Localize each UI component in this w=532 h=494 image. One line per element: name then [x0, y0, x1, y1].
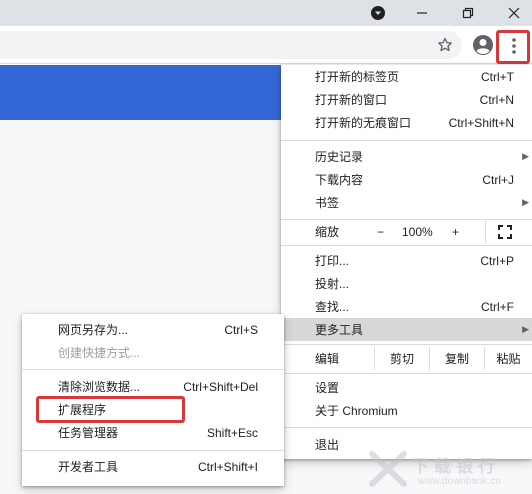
zoom-label: 缩放: [315, 225, 340, 239]
menu-item-create-shortcut: 创建快捷方式...: [22, 341, 284, 364]
zoom-out-button[interactable]: −: [377, 225, 384, 239]
paste-button[interactable]: 粘贴: [485, 347, 532, 370]
menu-button-highlight: [496, 30, 530, 64]
menu-item-label: 更多工具: [315, 323, 364, 337]
menu-item-shortcut: Ctrl+N: [479, 92, 514, 107]
submenu-arrow-icon: ▶: [522, 197, 529, 207]
menu-item-shortcut: Ctrl+Shift+Del: [183, 379, 258, 394]
address-bar[interactable]: [0, 31, 462, 59]
zoom-level: 100%: [402, 224, 433, 239]
menu-separator: [22, 450, 284, 451]
menu-item-label: 网页另存为...: [58, 323, 129, 337]
menu-item-label: 任务管理器: [58, 426, 119, 440]
menu-item-new-tab[interactable]: 打开新的标签页 Ctrl+T: [281, 65, 532, 88]
menu-item-label: 退出: [315, 438, 340, 452]
fullscreen-button[interactable]: [497, 224, 513, 240]
menu-item-cast[interactable]: 投射...: [281, 272, 532, 295]
menu-item-bookmarks[interactable]: 书签 ▶: [281, 191, 532, 214]
menu-item-history[interactable]: 历史记录 ▶: [281, 145, 532, 168]
menu-item-save-page[interactable]: 网页另存为... Ctrl+S: [22, 318, 284, 341]
menu-item-more-tools[interactable]: 更多工具 ▶: [281, 318, 532, 341]
watermark-url: www.downbank.cn: [418, 476, 501, 487]
menu-item-label: 设置: [315, 381, 340, 395]
menu-item-label: 打开新的标签页: [315, 70, 400, 84]
menu-item-dev-tools[interactable]: 开发者工具 Ctrl+Shift+I: [22, 455, 284, 478]
menu-item-shortcut: Ctrl+S: [224, 322, 258, 337]
menu-item-shortcut: Ctrl+P: [480, 253, 514, 268]
menu-item-shortcut: Ctrl+J: [482, 172, 514, 187]
extensions-highlight: [36, 396, 185, 423]
menu-separator: [281, 373, 532, 374]
menu-item-label: 打印...: [315, 254, 350, 268]
minimize-icon: [417, 12, 427, 14]
watermark-logo-icon: [369, 451, 407, 487]
menu-item-find[interactable]: 查找... Ctrl+F: [281, 295, 532, 318]
menu-separator: [281, 140, 532, 141]
chevron-down-circle-icon: [371, 6, 385, 20]
menu-item-label: 查找...: [315, 300, 350, 314]
profile-avatar-button[interactable]: [472, 34, 494, 56]
close-icon: [508, 7, 520, 19]
menu-item-shortcut: Shift+Esc: [206, 425, 258, 440]
menu-item-label: 创建快捷方式...: [58, 346, 141, 360]
menu-item-downloads[interactable]: 下载内容 Ctrl+J: [281, 168, 532, 191]
menu-item-label: 投射...: [315, 277, 350, 291]
menu-item-label: 打开新的无痕窗口: [315, 116, 412, 130]
account-circle-icon: [473, 35, 493, 55]
menu-item-label: 下载内容: [315, 173, 364, 187]
menu-item-label: 打开新的窗口: [315, 93, 388, 107]
menu-separator: [281, 245, 532, 246]
close-window-button[interactable]: [494, 0, 532, 26]
menu-item-new-incognito[interactable]: 打开新的无痕窗口 Ctrl+Shift+N: [281, 111, 532, 134]
submenu-arrow-icon: ▶: [522, 324, 529, 334]
watermark: 下载银行 www.downbank.cn: [368, 448, 532, 492]
edit-label: 编辑: [315, 352, 340, 366]
bookmark-star-button[interactable]: [434, 34, 456, 56]
copy-button[interactable]: 复制: [430, 347, 484, 370]
menu-row-edit: 编辑 剪切 复制 粘贴: [281, 347, 532, 370]
menu-item-new-window[interactable]: 打开新的窗口 Ctrl+N: [281, 88, 532, 111]
watermark-title: 下载银行: [412, 457, 500, 476]
menu-item-clear-data[interactable]: 清除浏览数据... Ctrl+Shift+Del: [22, 375, 284, 398]
menu-row-zoom: 缩放 − 100% +: [281, 220, 532, 243]
menu-item-settings[interactable]: 设置: [281, 376, 532, 399]
menu-item-label: 开发者工具: [58, 460, 119, 474]
menu-item-about[interactable]: 关于 Chromium: [281, 399, 532, 422]
menu-separator: [281, 344, 532, 345]
submenu-arrow-icon: ▶: [522, 151, 529, 161]
menu-item-print[interactable]: 打印... Ctrl+P: [281, 249, 532, 272]
menu-item-label: 关于 Chromium: [315, 404, 398, 418]
menu-item-label: 历史记录: [315, 150, 364, 164]
page-header-banner: [0, 65, 281, 120]
menu-item-shortcut: Ctrl+Shift+I: [197, 459, 258, 474]
restore-icon: [462, 7, 474, 19]
profile-dropdown-button[interactable]: [358, 0, 398, 26]
cut-button[interactable]: 剪切: [375, 347, 429, 370]
menu-item-shortcut: Ctrl+T: [481, 69, 514, 84]
menu-item-label: 清除浏览数据...: [58, 380, 141, 394]
browser-toolbar: [0, 26, 532, 64]
menu-item-task-manager[interactable]: 任务管理器 Shift+Esc: [22, 421, 284, 444]
fullscreen-icon: [498, 225, 512, 239]
menu-item-label: 书签: [315, 196, 340, 210]
restore-button[interactable]: [448, 0, 488, 26]
menu-separator: [22, 369, 284, 370]
zoom-separator: [485, 220, 486, 243]
menu-item-shortcut: Ctrl+Shift+N: [448, 115, 514, 130]
minimize-button[interactable]: [402, 0, 442, 26]
zoom-in-button[interactable]: +: [452, 225, 459, 239]
menu-separator: [281, 427, 532, 428]
menu-item-shortcut: Ctrl+F: [481, 299, 514, 314]
window-title-bar: [0, 0, 532, 26]
chrome-main-menu: 打开新的标签页 Ctrl+T 打开新的窗口 Ctrl+N 打开新的无痕窗口 Ct…: [281, 65, 532, 459]
star-outline-icon: [438, 37, 452, 52]
